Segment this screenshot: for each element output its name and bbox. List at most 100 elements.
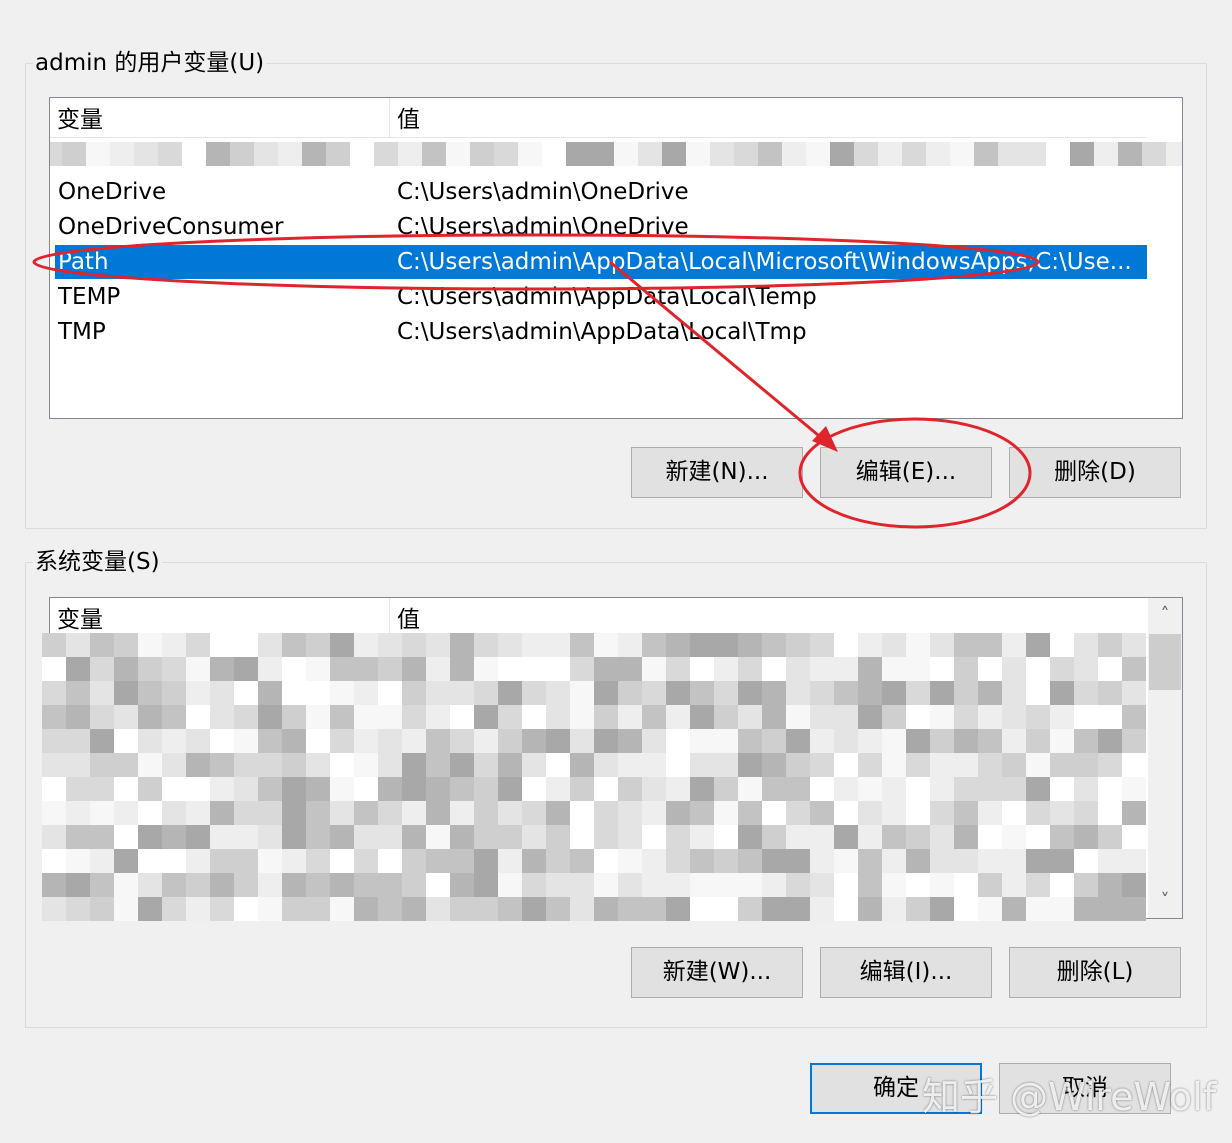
list-item[interactable]: OneDrive C:\Users\admin\OneDrive	[55, 175, 1147, 209]
blur-block	[258, 897, 282, 921]
column-header-variable[interactable]: 变量	[50, 98, 390, 138]
blur-block	[666, 825, 690, 849]
list-item[interactable]: OneDriveConsumer C:\Users\admin\OneDrive	[55, 210, 1147, 244]
blur-block	[906, 729, 930, 753]
blur-block	[834, 873, 858, 897]
blur-block	[1094, 142, 1118, 166]
blur-block	[186, 705, 210, 729]
chevron-down-icon[interactable]: ˅	[1148, 884, 1182, 918]
blur-block	[762, 801, 786, 825]
blur-block	[762, 681, 786, 705]
blur-block	[882, 897, 906, 921]
blur-block	[806, 142, 830, 166]
blur-block	[1122, 873, 1146, 897]
blur-block	[686, 142, 710, 166]
delete-system-variable-button[interactable]: 删除(L)	[1009, 947, 1181, 998]
blur-block	[810, 705, 834, 729]
blur-block	[66, 777, 90, 801]
blur-block	[66, 753, 90, 777]
blur-block	[594, 849, 618, 873]
blur-block	[834, 681, 858, 705]
new-user-variable-button[interactable]: 新建(N)...	[631, 447, 803, 498]
blur-block	[330, 825, 354, 849]
blur-block	[282, 777, 306, 801]
blur-block	[522, 657, 546, 681]
blur-block	[426, 801, 450, 825]
blur-block	[282, 753, 306, 777]
blur-block	[378, 897, 402, 921]
scrollbar-thumb[interactable]	[1149, 634, 1181, 690]
list-item[interactable]: TMP C:\Users\admin\AppData\Local\Tmp	[55, 315, 1147, 349]
blur-block	[858, 681, 882, 705]
blur-block	[138, 633, 162, 657]
blur-block	[330, 873, 354, 897]
blur-block	[762, 897, 786, 921]
edit-user-variable-button[interactable]: 编辑(E)...	[820, 447, 992, 498]
blur-block	[114, 849, 138, 873]
blur-block	[306, 777, 330, 801]
variable-value: C:\Users\admin\AppData\Local\Temp	[397, 284, 817, 310]
blur-block	[402, 801, 426, 825]
blur-block	[258, 753, 282, 777]
blur-block	[330, 633, 354, 657]
blur-block	[138, 705, 162, 729]
blur-block	[306, 801, 330, 825]
blur-block	[234, 753, 258, 777]
blur-block	[138, 801, 162, 825]
blur-block	[186, 729, 210, 753]
blur-block	[1026, 705, 1050, 729]
blur-block	[306, 849, 330, 873]
blur-block	[138, 873, 162, 897]
blur-block	[954, 633, 978, 657]
edit-system-variable-button[interactable]: 编辑(I)...	[820, 947, 992, 998]
blur-block	[1122, 657, 1146, 681]
blur-block	[210, 873, 234, 897]
delete-user-variable-button[interactable]: 删除(D)	[1009, 447, 1181, 498]
blur-block	[378, 753, 402, 777]
column-header-value[interactable]: 值	[390, 98, 1146, 138]
blur-block	[162, 633, 186, 657]
blur-block	[282, 657, 306, 681]
blur-block	[210, 681, 234, 705]
blur-block	[66, 633, 90, 657]
blur-block	[450, 849, 474, 873]
blur-block	[162, 849, 186, 873]
blur-block	[474, 897, 498, 921]
blur-block	[42, 681, 66, 705]
blur-block	[954, 777, 978, 801]
blur-block	[498, 753, 522, 777]
blur-block	[138, 825, 162, 849]
blur-block	[1050, 777, 1074, 801]
blur-block	[402, 633, 426, 657]
blur-block	[210, 801, 234, 825]
blur-block	[446, 142, 470, 166]
blur-block	[1098, 801, 1122, 825]
blur-block	[834, 729, 858, 753]
column-header-variable[interactable]: 变量	[50, 598, 390, 638]
blur-block	[882, 633, 906, 657]
column-header-value[interactable]: 值	[390, 598, 1146, 638]
blur-block	[882, 681, 906, 705]
blur-block	[1002, 825, 1026, 849]
blur-block	[810, 801, 834, 825]
blur-block	[882, 873, 906, 897]
user-variables-list[interactable]: 变量 值 OneDrive C:\Users\admin\OneDrive On…	[49, 97, 1183, 419]
list-item[interactable]: TEMP C:\Users\admin\AppData\Local\Temp	[55, 280, 1147, 314]
blur-block	[210, 633, 234, 657]
blur-block	[930, 825, 954, 849]
vertical-scrollbar[interactable]: ˄ ˅	[1148, 598, 1182, 918]
blur-block	[354, 849, 378, 873]
new-system-variable-button[interactable]: 新建(W)...	[631, 947, 803, 998]
blur-block	[522, 633, 546, 657]
blur-block	[902, 142, 926, 166]
list-item-selected[interactable]: Path C:\Users\admin\AppData\Local\Micros…	[55, 245, 1147, 279]
blur-block	[930, 777, 954, 801]
chevron-up-icon[interactable]: ˄	[1148, 598, 1182, 632]
blur-block	[138, 849, 162, 873]
blur-block	[810, 753, 834, 777]
blur-block	[354, 657, 378, 681]
blur-block	[474, 705, 498, 729]
blur-block	[690, 633, 714, 657]
blur-block	[234, 729, 258, 753]
blur-block	[570, 657, 594, 681]
